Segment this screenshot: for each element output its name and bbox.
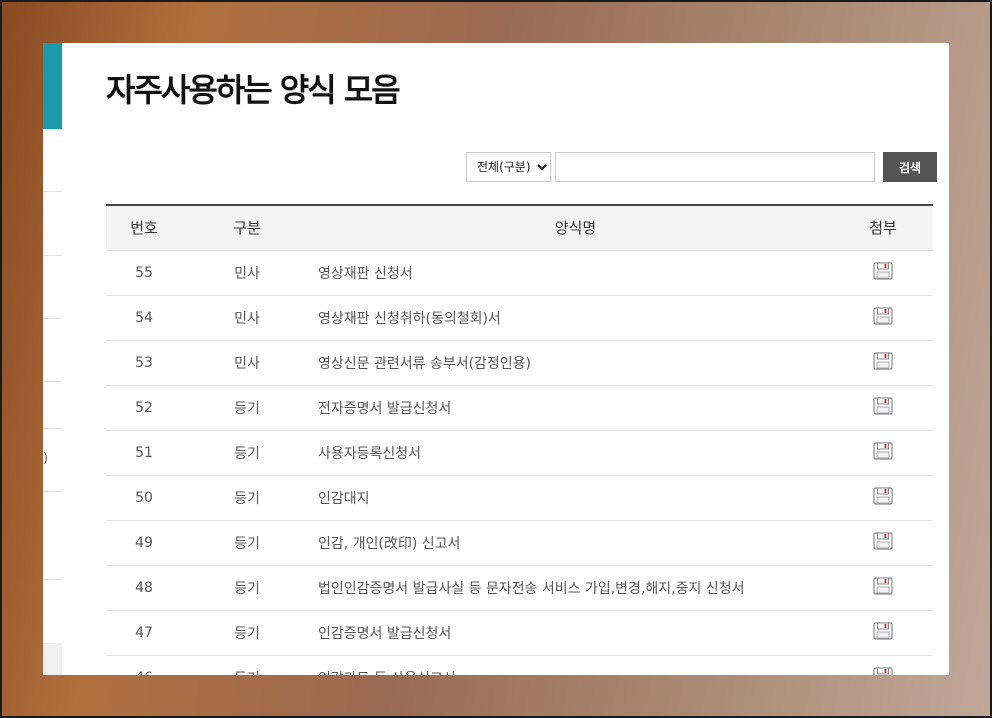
row-form-name[interactable]: 영상재판 신청서 bbox=[312, 250, 833, 296]
row-num: 49 bbox=[106, 520, 182, 566]
row-num: 51 bbox=[106, 430, 182, 476]
row-attachment bbox=[833, 565, 933, 611]
row-attachment bbox=[833, 610, 933, 656]
row-num: 54 bbox=[106, 295, 182, 341]
search-button[interactable]: 검색 bbox=[883, 152, 937, 182]
row-attachment bbox=[833, 385, 933, 431]
save-disk-icon[interactable] bbox=[873, 396, 893, 419]
row-num: 53 bbox=[106, 340, 182, 386]
row-category: 등기 bbox=[182, 655, 312, 675]
row-num: 50 bbox=[106, 475, 182, 521]
table-row: 47 등기 인감증명서 발급신청서 bbox=[106, 610, 933, 656]
sidebar-active-item[interactable] bbox=[43, 43, 62, 129]
header-attachment: 첨부 bbox=[833, 205, 933, 251]
search-bar: 전체(구분) 검색 bbox=[466, 152, 937, 182]
row-attachment bbox=[833, 250, 933, 296]
sidebar-divider bbox=[43, 318, 62, 319]
sidebar-divider bbox=[43, 428, 62, 429]
sidebar-divider bbox=[43, 129, 62, 130]
sidebar-divider bbox=[43, 491, 62, 492]
row-form-name[interactable]: 영상신문 관련서류 송부서(감정인용) bbox=[312, 340, 833, 386]
row-attachment bbox=[833, 340, 933, 386]
sidebar-divider bbox=[43, 255, 62, 256]
table-row: 48 등기 법인인감증명서 발급사실 등 문자전송 서비스 가입,변경,해지,중지 … bbox=[106, 565, 933, 611]
row-category: 등기 bbox=[182, 430, 312, 476]
row-form-name[interactable]: 인감, 개인(改印) 신고서 bbox=[312, 520, 833, 566]
save-disk-icon[interactable] bbox=[873, 441, 893, 464]
save-disk-icon[interactable] bbox=[873, 621, 893, 644]
row-category: 민사 bbox=[182, 250, 312, 296]
row-category: 등기 bbox=[182, 520, 312, 566]
table-row: 50 등기 인감대지 bbox=[106, 475, 933, 521]
sidebar: ) bbox=[43, 43, 62, 675]
save-disk-icon[interactable] bbox=[873, 666, 893, 675]
row-category: 등기 bbox=[182, 610, 312, 656]
table-header-row: 번호 구분 양식명 첨부 bbox=[106, 205, 933, 251]
row-num: 47 bbox=[106, 610, 182, 656]
row-attachment bbox=[833, 475, 933, 521]
row-form-name[interactable]: 영상재판 신청취하(동의철회)서 bbox=[312, 295, 833, 341]
row-category: 등기 bbox=[182, 475, 312, 521]
table-body: 55 민사 영상재판 신청서 54 민사 영상재판 신청취하(동의철회)서 53 민사 영상신문… bbox=[106, 250, 933, 675]
header-name: 양식명 bbox=[312, 205, 833, 251]
table-row: 55 민사 영상재판 신청서 bbox=[106, 250, 933, 296]
search-input[interactable] bbox=[555, 152, 875, 182]
row-form-name[interactable]: 사용자등록신청서 bbox=[312, 430, 833, 476]
category-select[interactable]: 전체(구분) bbox=[466, 152, 551, 182]
row-form-name[interactable]: 인감카드 등 사용신고서 bbox=[312, 655, 833, 675]
table-row: 54 민사 영상재판 신청취하(동의철회)서 bbox=[106, 295, 933, 341]
sidebar-divider bbox=[43, 381, 62, 382]
row-attachment bbox=[833, 295, 933, 341]
row-category: 등기 bbox=[182, 385, 312, 431]
table-row: 46등기인감카드 등 사용신고서 bbox=[106, 655, 933, 675]
save-disk-icon[interactable] bbox=[873, 576, 893, 599]
row-num: 55 bbox=[106, 250, 182, 296]
row-form-name[interactable]: 법인인감증명서 발급사실 등 문자전송 서비스 가입,변경,해지,중지 신청서 bbox=[312, 565, 833, 611]
save-disk-icon[interactable] bbox=[873, 351, 893, 374]
row-form-name[interactable]: 인감대지 bbox=[312, 475, 833, 521]
header-category: 구분 bbox=[182, 205, 312, 251]
row-attachment bbox=[833, 430, 933, 476]
row-category: 민사 bbox=[182, 340, 312, 386]
row-num: 52 bbox=[106, 385, 182, 431]
save-disk-icon[interactable] bbox=[873, 306, 893, 329]
save-disk-icon[interactable] bbox=[873, 261, 893, 284]
forms-table: 번호 구분 양식명 첨부 55 민사 영상재판 신청서 54 민사 영상재판 신청취하(동… bbox=[106, 204, 933, 675]
table-row: 51 등기 사용자등록신청서 bbox=[106, 430, 933, 476]
page-title: 자주사용하는 양식 모음 bbox=[106, 71, 401, 109]
sidebar-divider bbox=[43, 579, 62, 580]
row-num: 46 bbox=[106, 655, 182, 675]
row-attachment bbox=[833, 520, 933, 566]
page-panel: ) 자주사용하는 양식 모음 전체(구분) 검색 번호 구분 양식명 첨부 55… bbox=[43, 43, 949, 675]
row-attachment bbox=[833, 655, 933, 675]
sidebar-divider bbox=[43, 191, 62, 192]
header-num: 번호 bbox=[106, 205, 182, 251]
row-form-name[interactable]: 전자증명서 발급신청서 bbox=[312, 385, 833, 431]
table-row: 53 민사 영상신문 관련서류 송부서(감정인용) bbox=[106, 340, 933, 386]
table-row: 52 등기 전자증명서 발급신청서 bbox=[106, 385, 933, 431]
table-row: 49 등기 인감, 개인(改印) 신고서 bbox=[106, 520, 933, 566]
row-num: 48 bbox=[106, 565, 182, 611]
row-category: 등기 bbox=[182, 565, 312, 611]
row-category: 민사 bbox=[182, 295, 312, 341]
sidebar-partial-text: ) bbox=[43, 451, 49, 466]
row-form-name[interactable]: 인감증명서 발급신청서 bbox=[312, 610, 833, 656]
sidebar-bottom-item[interactable] bbox=[43, 643, 62, 675]
save-disk-icon[interactable] bbox=[873, 531, 893, 554]
save-disk-icon[interactable] bbox=[873, 486, 893, 509]
